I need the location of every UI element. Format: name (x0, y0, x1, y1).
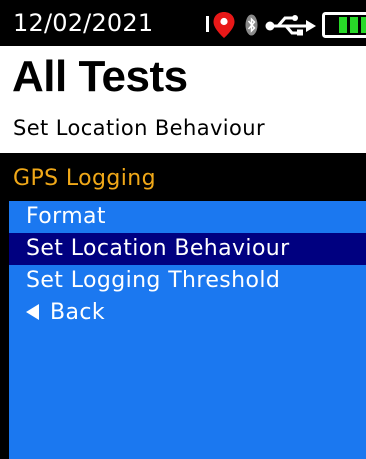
bluetooth-icon (245, 14, 258, 36)
menu-item-label: Set Location Behaviour (26, 236, 290, 261)
page-title: All Tests (12, 52, 188, 101)
menu-item-label: Back (50, 300, 106, 325)
menu-item-label: Format (26, 204, 106, 229)
device-screen: 12/02/2021 All Tests Set Location Behavi… (0, 0, 366, 459)
back-arrow-icon (26, 304, 39, 320)
section-bar: GPS Logging (0, 153, 366, 201)
usb-icon (265, 15, 316, 36)
status-bar: 12/02/2021 (0, 0, 366, 46)
menu-item-set-logging-threshold[interactable]: Set Logging Threshold (9, 265, 366, 297)
menu-item-format[interactable]: Format (9, 201, 366, 233)
menu-list: Format Set Location Behaviour Set Loggin… (9, 201, 366, 329)
battery-icon (322, 12, 366, 38)
header: All Tests Set Location Behaviour (0, 46, 366, 153)
section-title: GPS Logging (13, 166, 156, 191)
status-date: 12/02/2021 (13, 9, 154, 37)
menu-item-label: Set Logging Threshold (26, 268, 281, 293)
status-separator (206, 16, 209, 32)
menu-item-set-location-behaviour[interactable]: Set Location Behaviour (9, 233, 366, 265)
menu-item-back[interactable]: Back (9, 297, 366, 329)
page-subtitle: Set Location Behaviour (13, 116, 266, 140)
menu-panel: Format Set Location Behaviour Set Loggin… (9, 201, 366, 459)
location-pin-icon (213, 12, 235, 38)
